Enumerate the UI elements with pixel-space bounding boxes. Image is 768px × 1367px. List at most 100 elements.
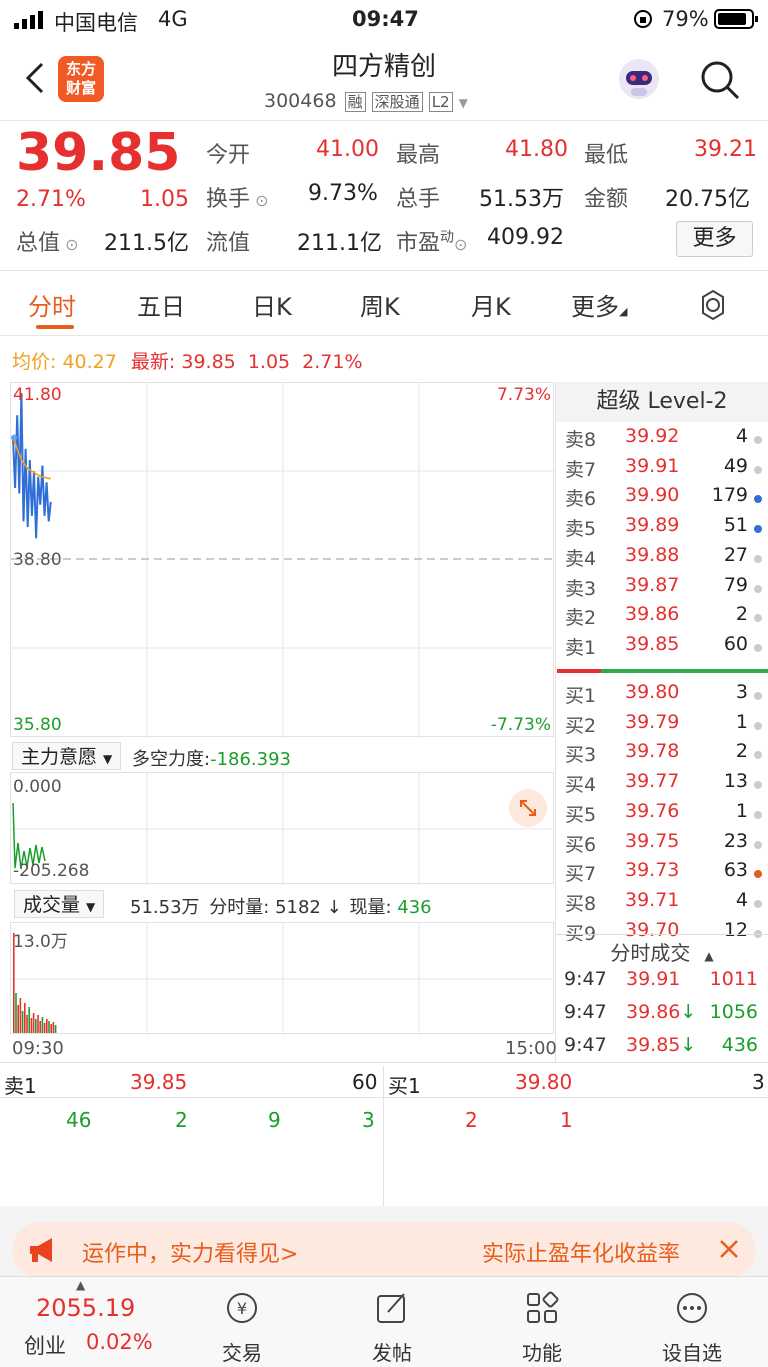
tick-volume: 436	[721, 1034, 758, 1056]
bid-level-label: 买5	[565, 803, 597, 826]
tab-weekly-k[interactable]: 周K	[360, 287, 400, 322]
bid-row[interactable]: 买6 39.75 23	[556, 830, 768, 860]
volume-bar	[50, 1024, 52, 1033]
bid-price: 39.73	[625, 859, 680, 882]
y-max-label: 41.80	[13, 385, 62, 405]
bid-price: 39.80	[625, 681, 680, 703]
current-price: 39.85	[16, 123, 181, 183]
bid-volume: 1	[735, 799, 748, 822]
ask-dot	[754, 614, 762, 623]
bid-dot	[754, 810, 762, 819]
search-button[interactable]	[698, 58, 742, 102]
volume-bar	[41, 1017, 44, 1033]
bid-volume: 13	[723, 770, 748, 793]
bid-level-label: 买6	[565, 833, 597, 856]
orderbook-title[interactable]: 超级 Level-2	[556, 382, 768, 422]
banner-close-button[interactable]	[714, 1234, 744, 1264]
stock-code-row[interactable]: 300468 融 深股通 L2 ▼	[264, 90, 468, 112]
ask-dot	[754, 643, 762, 652]
pct-max-label: 7.73%	[496, 385, 551, 405]
change-percent: 2.71%	[16, 187, 86, 212]
force-chart: 0.000 -205.268	[10, 772, 555, 885]
volume-chart: 13.0万	[10, 922, 555, 1035]
promo-banner[interactable]: 运作中，实力看得见> 实际止盈年化收益率	[12, 1222, 756, 1278]
search-icon	[701, 61, 740, 100]
ask-row[interactable]: 卖5 39.89 51	[556, 514, 768, 544]
volume-bar	[19, 998, 22, 1033]
volume-bar	[24, 1003, 26, 1033]
stock-code: 300468	[264, 90, 337, 112]
clock: 09:47	[352, 7, 419, 31]
open-value: 41.00	[316, 137, 379, 162]
tab-more[interactable]: 更多◢	[571, 287, 627, 322]
tab-monthly-k[interactable]: 月K	[471, 287, 511, 322]
ask-price: 39.85	[625, 632, 680, 655]
tick-volume: 1011	[709, 968, 758, 990]
ask-row[interactable]: 卖2 39.86 2	[556, 603, 768, 633]
status-bar: 中国电信 4G 09:47 79%	[0, 0, 768, 38]
force-indicator-selector[interactable]: 主力意愿 ▼	[12, 742, 122, 770]
banner-left-text: 运作中，实力看得见>	[82, 1242, 299, 1267]
ask-volume: 60	[723, 632, 748, 655]
level-buy-price: 39.80	[515, 1070, 573, 1094]
pe-value: 409.92	[487, 225, 564, 250]
ask-row[interactable]: 卖3 39.87 79	[556, 574, 768, 604]
settings-button[interactable]	[697, 289, 729, 321]
bid-row[interactable]: 买5 39.76 1	[556, 800, 768, 830]
tab-daily-k[interactable]: 日K	[252, 287, 292, 322]
nav-functions[interactable]: 功能	[492, 1290, 592, 1366]
ask-price: 39.91	[625, 454, 680, 477]
rotation-lock-icon	[633, 9, 653, 29]
price-chart-svg	[11, 383, 555, 738]
turnover-label: 换手 ⊙	[206, 187, 269, 212]
bid-row[interactable]: 买4 39.77 13	[556, 770, 768, 800]
bid-row[interactable]: 买3 39.78 2	[556, 740, 768, 770]
tick-row: 9:47 39.91 1011	[556, 968, 768, 1000]
expand-button[interactable]	[509, 789, 547, 827]
nav-post[interactable]: 发帖	[342, 1290, 442, 1366]
ask-price: 39.86	[625, 603, 680, 626]
bid-row[interactable]: 买2 39.79 1	[556, 711, 768, 741]
bid-volume: 3	[735, 681, 748, 703]
ask-row[interactable]: 卖1 39.85 60	[556, 633, 768, 663]
tab-five-day[interactable]: 五日	[137, 287, 185, 322]
ask-dot	[754, 465, 762, 474]
robot-assistant-icon[interactable]	[616, 56, 662, 102]
ask-row[interactable]: 卖6 39.90 179	[556, 484, 768, 514]
tick-volume: 1056	[709, 1001, 758, 1023]
battery-icon	[714, 9, 758, 29]
volume-bar	[28, 1007, 30, 1033]
bid-row[interactable]: 买7 39.73 63	[556, 859, 768, 889]
force-bottom-label: -205.268	[13, 861, 90, 881]
bid-row[interactable]: 买8 39.71 4	[556, 889, 768, 919]
level-sell-price: 39.85	[130, 1070, 188, 1094]
ask-row[interactable]: 卖7 39.91 49	[556, 455, 768, 485]
tick-trades-header[interactable]: 分时成交 ▲	[556, 934, 768, 967]
nav-add-watchlist[interactable]: 设自选	[642, 1290, 742, 1366]
bid-price: 39.75	[625, 829, 680, 852]
volume-indicator-selector[interactable]: 成交量 ▼	[14, 890, 105, 918]
intraday-chart[interactable]: 41.80 38.80 35.80 7.73% -7.73%	[10, 382, 555, 738]
ask-dot	[754, 525, 762, 534]
ask-price: 39.87	[625, 573, 680, 596]
bid-row[interactable]: 买1 39.80 3	[556, 681, 768, 711]
gear-icon	[702, 289, 724, 321]
tab-intraday[interactable]: 分时	[28, 287, 76, 322]
force-top-label: 0.000	[13, 777, 62, 797]
force-series-line	[12, 802, 46, 870]
ask-row[interactable]: 卖4 39.88 27	[556, 544, 768, 574]
bid-price: 39.78	[625, 740, 680, 763]
active-tab-indicator	[36, 325, 74, 329]
ask-row[interactable]: 卖8 39.92 4	[556, 425, 768, 455]
index-value[interactable]: 2055.19	[36, 1294, 135, 1322]
low-value: 39.21	[694, 137, 757, 162]
sell-queue-item: 9	[268, 1108, 281, 1132]
nav-trade[interactable]: ¥ 交易	[192, 1290, 292, 1366]
ask-price: 39.90	[625, 484, 680, 507]
volume-bar	[48, 1021, 50, 1033]
bid-ratio-bar	[601, 669, 768, 673]
volume-bar	[17, 1005, 19, 1033]
more-button[interactable]: 更多	[676, 221, 753, 257]
volume-bar	[43, 1023, 46, 1033]
volume-bar	[15, 993, 17, 1033]
